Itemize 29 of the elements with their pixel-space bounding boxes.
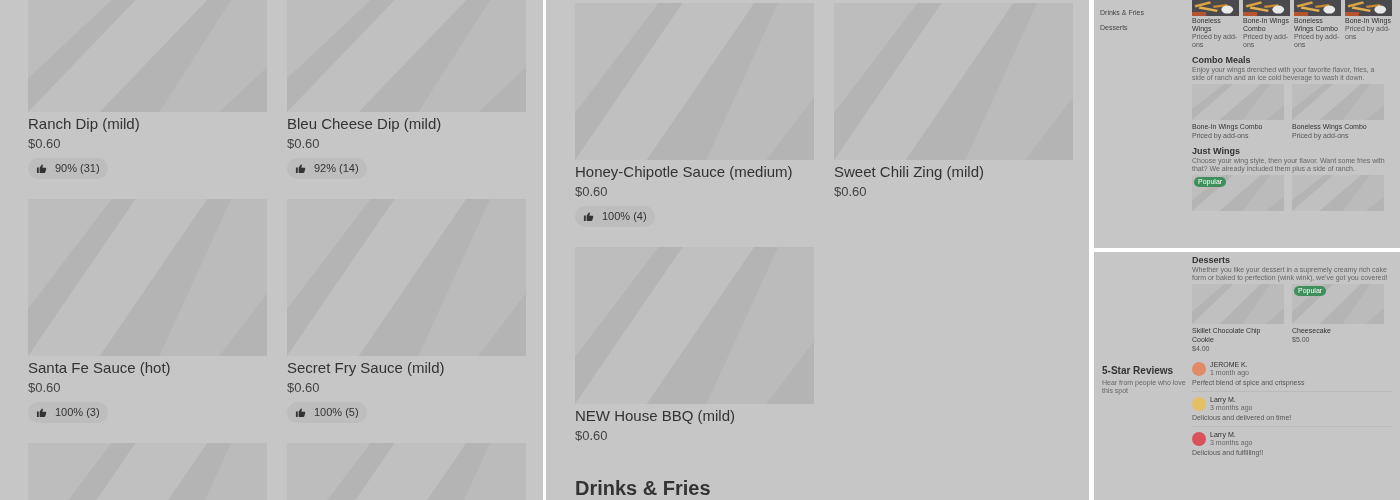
- section-heading: Combo Meals: [1192, 55, 1252, 66]
- rating-text: 90% (31): [55, 161, 100, 177]
- item-name[interactable]: Santa Fe Sauce (hot): [28, 358, 267, 378]
- item-name[interactable]: NEW House BBQ (mild): [575, 406, 814, 426]
- rating-text: 100% (4): [602, 209, 647, 225]
- section-heading: Desserts: [1192, 255, 1232, 266]
- rating-text: 100% (5): [314, 405, 359, 421]
- section-heading: Drinks & Fries: [575, 476, 712, 500]
- item-name[interactable]: Sweet Chili Zing (mild): [834, 162, 1073, 182]
- item-name[interactable]: Ranch Dip (mild): [28, 114, 267, 134]
- thumbs-up-icon: [295, 407, 306, 418]
- item-name[interactable]: Honey-Chipotle Sauce (medium): [575, 162, 814, 182]
- thumbs-up-icon: [295, 163, 306, 174]
- item-name[interactable]: Secret Fry Sauce (mild): [287, 358, 526, 378]
- section-heading: Just Wings: [1192, 146, 1241, 157]
- reviews-heading: 5-Star Reviews: [1102, 365, 1175, 377]
- thumbs-up-icon: [583, 211, 594, 222]
- thumbs-up-icon: [36, 407, 47, 418]
- item-price: $0.60: [28, 135, 62, 153]
- item-price: $0.60: [287, 135, 321, 153]
- item-price: $0.60: [575, 183, 609, 201]
- item-price: $0.60: [287, 379, 321, 397]
- rating-text: 92% (14): [314, 161, 359, 177]
- item-price: $0.60: [575, 427, 609, 445]
- rating-text: 100% (3): [55, 405, 100, 421]
- item-price: $0.60: [28, 379, 62, 397]
- item-name[interactable]: Bleu Cheese Dip (mild): [287, 114, 526, 134]
- item-price: $0.60: [834, 183, 868, 201]
- thumbs-up-icon: [36, 163, 47, 174]
